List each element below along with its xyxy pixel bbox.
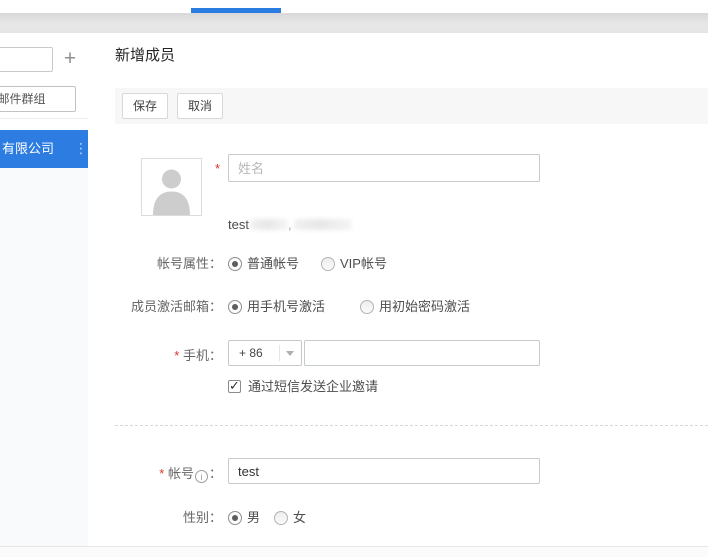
sms-invite-label[interactable]: 通过短信发送企业邀请 bbox=[248, 379, 378, 394]
add-department-button[interactable]: + bbox=[58, 46, 82, 72]
phone-input[interactable] bbox=[304, 340, 540, 366]
gender-label: 性别： bbox=[88, 509, 222, 527]
account-attr-row: 帐号属性： 普通帐号 VIP帐号 bbox=[88, 255, 708, 273]
radio-activate-by-password-label[interactable]: 用初始密码激活 bbox=[379, 299, 470, 314]
sms-invite-checkbox[interactable] bbox=[228, 380, 241, 393]
save-button[interactable]: 保存 bbox=[122, 93, 168, 119]
top-bar bbox=[0, 0, 708, 13]
country-code-value: + 86 bbox=[239, 341, 263, 365]
page-title: 新增成员 bbox=[115, 44, 175, 65]
sms-invite-row: 通过短信发送企业邀请 bbox=[228, 379, 378, 395]
add-member-page: + 邮件群组 有限公司 ⋮ 新增成员 保存 取消 * test, bbox=[0, 0, 708, 557]
mail-group-tab[interactable]: 邮件群组 bbox=[0, 86, 76, 112]
sidebar-lower-area bbox=[0, 168, 88, 546]
bottom-strip bbox=[0, 546, 708, 557]
radio-normal-account-label[interactable]: 普通帐号 bbox=[247, 256, 299, 271]
activation-row: 成员激活邮箱： 用手机号激活 用初始密码激活 bbox=[88, 298, 708, 316]
select-separator bbox=[279, 345, 280, 361]
account-attr-label: 帐号属性： bbox=[88, 255, 222, 273]
redacted-text bbox=[250, 219, 288, 230]
more-menu-icon[interactable]: ⋮ bbox=[74, 130, 88, 168]
email-hint: test, bbox=[228, 217, 352, 233]
radio-normal-account[interactable] bbox=[228, 257, 242, 271]
radio-vip-account[interactable] bbox=[321, 257, 335, 271]
toolbar: 保存 取消 bbox=[115, 88, 708, 124]
radio-activate-by-phone[interactable] bbox=[228, 300, 242, 314]
main-content: 新增成员 保存 取消 * test, 帐号属性： 普通帐号 VIP帐号 bbox=[88, 33, 708, 546]
account-input[interactable] bbox=[228, 458, 540, 484]
account-label: * 帐号i： bbox=[88, 463, 222, 483]
name-input[interactable] bbox=[228, 154, 540, 182]
radio-activate-by-phone-label[interactable]: 用手机号激活 bbox=[247, 299, 325, 314]
radio-female-label[interactable]: 女 bbox=[293, 510, 306, 525]
email-prefix: test bbox=[228, 217, 249, 232]
company-name-label: 有限公司 bbox=[2, 130, 54, 168]
cancel-button[interactable]: 取消 bbox=[177, 93, 223, 119]
radio-activate-by-password[interactable] bbox=[360, 300, 374, 314]
radio-male-label[interactable]: 男 bbox=[247, 510, 260, 525]
radio-male[interactable] bbox=[228, 511, 242, 525]
sidebar-item-company[interactable]: 有限公司 ⋮ bbox=[0, 130, 88, 168]
phone-label: * 手机： bbox=[88, 345, 222, 364]
radio-vip-account-label[interactable]: VIP帐号 bbox=[340, 256, 387, 271]
section-divider bbox=[115, 425, 708, 426]
country-code-select[interactable]: + 86 bbox=[228, 340, 302, 366]
sidebar-divider bbox=[0, 118, 88, 119]
header-gray-band bbox=[0, 13, 708, 33]
radio-female[interactable] bbox=[274, 511, 288, 525]
info-icon[interactable]: i bbox=[195, 470, 208, 483]
sidebar-search-input[interactable] bbox=[0, 47, 53, 72]
name-required-mark: * bbox=[215, 161, 220, 176]
redacted-text bbox=[294, 219, 352, 230]
account-required-mark: * bbox=[159, 466, 164, 481]
activation-label: 成员激活邮箱： bbox=[88, 298, 222, 316]
email-comma: , bbox=[288, 217, 292, 232]
phone-required-mark: * bbox=[174, 348, 179, 363]
avatar-placeholder[interactable] bbox=[141, 158, 202, 216]
sidebar: + 邮件群组 有限公司 ⋮ bbox=[0, 33, 88, 546]
person-icon bbox=[142, 159, 201, 215]
chevron-down-icon bbox=[286, 351, 294, 356]
gender-row: 性别： 男 女 bbox=[88, 509, 708, 527]
